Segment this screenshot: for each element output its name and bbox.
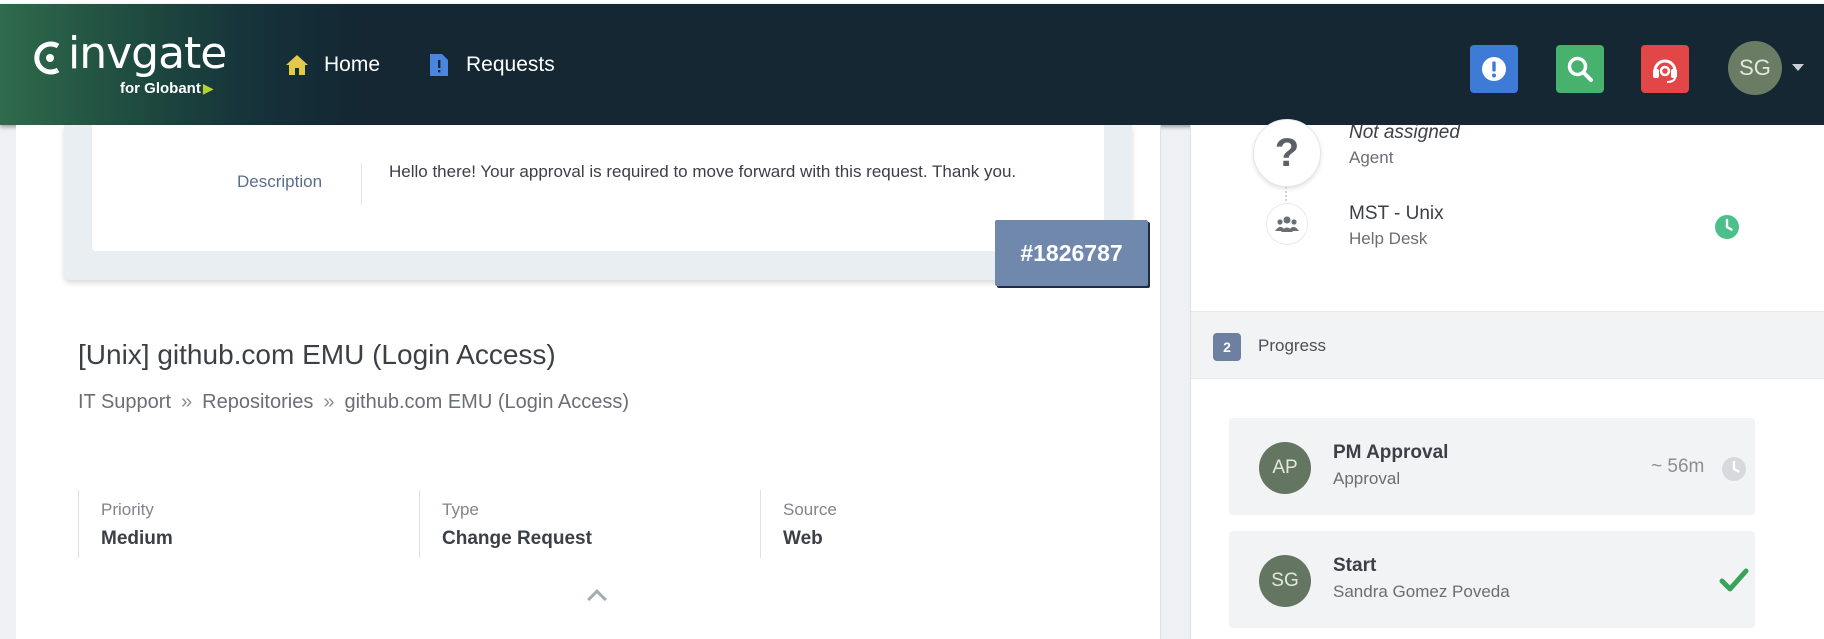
request-fields: Priority Medium Type Change Request Sour… [78, 490, 1101, 558]
progress-step[interactable]: AP PM Approval Approval ~ 56m [1229, 418, 1755, 515]
checkmark-icon [1719, 568, 1749, 592]
headset-icon [1653, 59, 1677, 83]
progress-step[interactable]: SG Start Sandra Gomez Poveda [1229, 531, 1755, 628]
clock-icon [1715, 215, 1739, 239]
step-subtitle: Approval [1333, 469, 1401, 488]
support-button[interactable] [1641, 45, 1689, 93]
step-name: PM Approval [1333, 442, 1449, 463]
description-label: Description [237, 172, 323, 191]
breadcrumb-separator: » [181, 391, 193, 413]
top-navigation-bar: invgate for Globant ▶ Home Requests SG [0, 4, 1824, 125]
question-mark-icon[interactable]: ? [1253, 119, 1321, 187]
search-icon [1567, 56, 1593, 82]
nav-home[interactable]: Home [284, 52, 380, 78]
priority-field: Priority Medium [78, 490, 419, 558]
request-detail-panel: Description Hello there! Your approval i… [16, 125, 1161, 639]
type-value: Change Request [442, 528, 592, 549]
step-name: Start [1333, 555, 1377, 576]
progress-step-number: 2 [1213, 333, 1241, 361]
description-inner: Description Hello there! Your approval i… [92, 125, 1104, 251]
source-value: Web [783, 528, 823, 549]
request-title: [Unix] github.com EMU (Login Access) [78, 339, 556, 370]
source-label: Source [783, 500, 837, 519]
invgate-logo[interactable]: invgate for Globant ▶ [32, 28, 227, 100]
source-field: Source Web [760, 490, 1101, 558]
pending-clock-icon [1722, 457, 1746, 481]
nav-requests[interactable]: Requests [426, 52, 555, 78]
agent-name: Not assigned [1349, 122, 1460, 143]
help-desk-group-icon [1266, 203, 1308, 245]
search-button[interactable] [1556, 45, 1604, 93]
user-avatar[interactable]: SG [1728, 41, 1782, 95]
description-card: Description Hello there! Your approval i… [64, 125, 1132, 280]
logo-word: invgate [68, 28, 227, 79]
breadcrumb-category[interactable]: IT Support [78, 391, 171, 413]
type-label: Type [442, 500, 479, 519]
nav-home-label: Home [324, 53, 381, 76]
collapse-chevron-up-icon[interactable] [587, 589, 607, 609]
request-id-badge: #1826787 [995, 220, 1148, 286]
nav-requests-label: Requests [466, 53, 555, 76]
avatar: AP [1259, 442, 1311, 494]
alert-button[interactable] [1470, 45, 1518, 93]
divider [361, 163, 362, 205]
type-field: Type Change Request [419, 490, 760, 558]
agent-role: Agent [1349, 148, 1394, 167]
home-icon [284, 52, 310, 78]
avatar: SG [1259, 555, 1311, 607]
description-text: Hello there! Your approval is required t… [389, 162, 1017, 181]
breadcrumb: IT Support » Repositories » github.com EMU (… [78, 391, 629, 414]
step-subtitle: Sandra Gomez Poveda [1333, 582, 1510, 601]
step-elapsed-time: ~ 56m [1651, 456, 1705, 477]
breadcrumb-separator: » [323, 391, 335, 413]
user-menu-caret-icon[interactable] [1792, 64, 1804, 71]
logo-subtitle: for Globant ▶ [120, 80, 214, 97]
request-sidebar: ? Not assigned Agent MST - Unix Help Des… [1190, 119, 1824, 639]
progress-section-header[interactable]: 2 Progress [1191, 311, 1824, 379]
group-role: Help Desk [1349, 229, 1428, 248]
group-name: MST - Unix [1349, 203, 1444, 224]
breadcrumb-item[interactable]: github.com EMU (Login Access) [344, 391, 629, 413]
priority-label: Priority [101, 500, 154, 519]
document-icon [426, 52, 452, 78]
exclamation-icon [1482, 57, 1506, 81]
progress-label: Progress [1258, 336, 1327, 355]
breadcrumb-subcategory[interactable]: Repositories [202, 391, 313, 413]
invgate-logo-icon [34, 41, 60, 75]
priority-value: Medium [101, 528, 173, 549]
